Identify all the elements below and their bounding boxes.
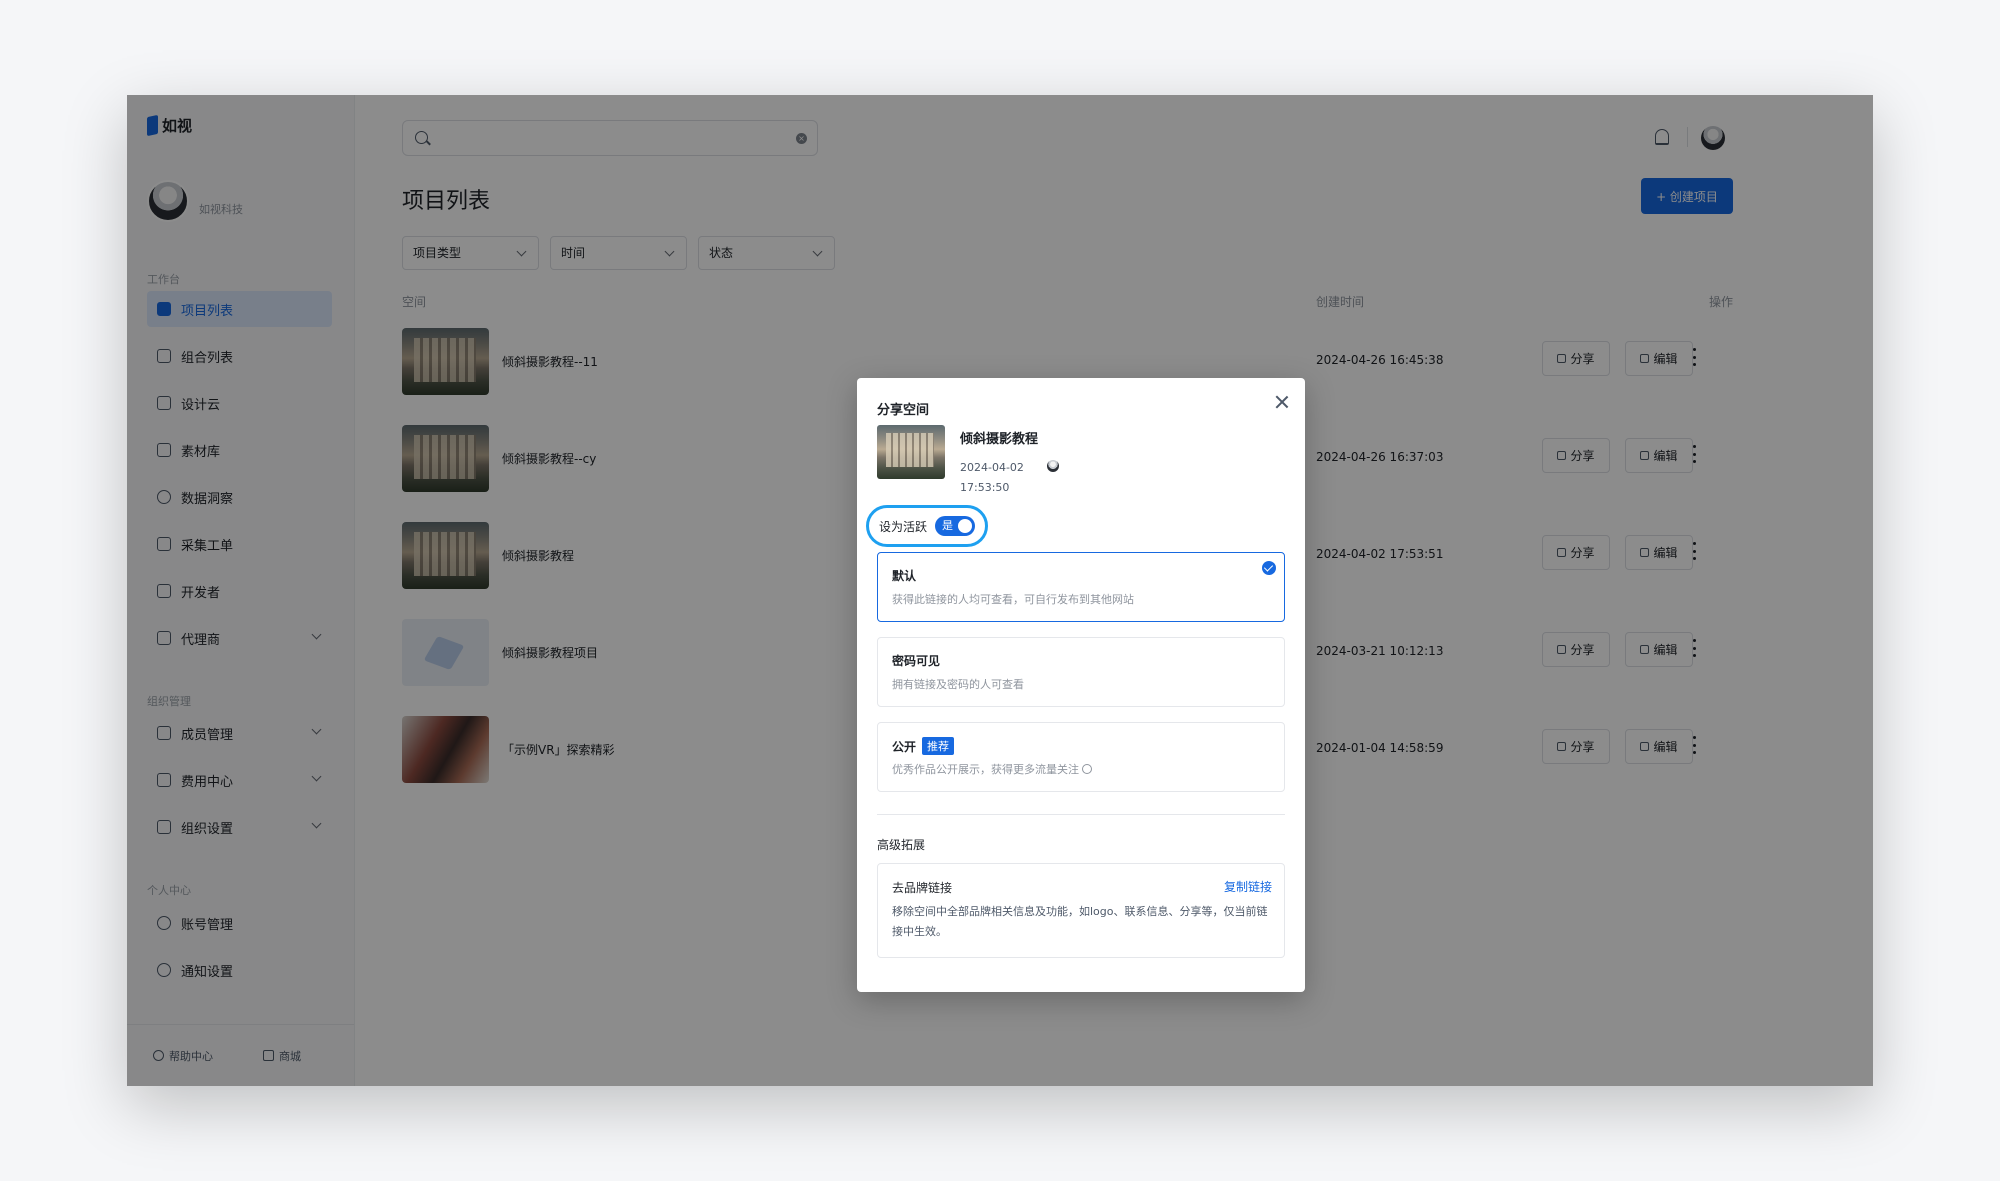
- option-desc: 优秀作品公开展示，获得更多流量关注: [892, 761, 1092, 777]
- recommend-badge: 推荐: [922, 737, 955, 755]
- check-icon: [1262, 561, 1276, 575]
- advanced-title: 高级拓展: [877, 838, 926, 852]
- active-toggle[interactable]: 是: [935, 516, 975, 536]
- set-active-control: 设为活跃 是: [866, 505, 988, 547]
- option-desc: 获得此链接的人均可查看，可自行发布到其他网站: [892, 593, 1134, 606]
- avatar: [1047, 460, 1059, 472]
- share-option-default[interactable]: 默认 获得此链接的人均可查看，可自行发布到其他网站: [877, 552, 1285, 622]
- option-title: 公开 推荐: [892, 737, 955, 755]
- app-window: 如视 如视科技 工作台 项目列表 组合列表 设计云 素材库 数据洞察 采集工单 …: [127, 95, 1873, 1086]
- close-icon[interactable]: [1275, 395, 1289, 409]
- set-active-label: 设为活跃: [879, 520, 928, 534]
- project-time: 17:53:50: [960, 481, 1010, 494]
- debrand-desc: 移除空间中全部品牌相关信息及功能，如logo、联系信息、分享等，仅当前链接中生效…: [892, 905, 1268, 938]
- debrand-title: 去品牌链接: [892, 881, 953, 895]
- debrand-link-card: 去品牌链接 复制链接 移除空间中全部品牌相关信息及功能，如logo、联系信息、分…: [877, 863, 1285, 958]
- copy-link-button[interactable]: 复制链接: [1224, 878, 1272, 895]
- option-title: 默认: [892, 569, 917, 583]
- project-name: 倾斜摄影教程: [960, 432, 1039, 447]
- dialog-title: 分享空间: [877, 403, 930, 418]
- share-space-dialog: 分享空间 倾斜摄影教程 2024-04-02 17:53:50 设为活跃 是 默…: [857, 378, 1305, 992]
- info-icon[interactable]: [1082, 764, 1092, 774]
- project-thumbnail: [877, 425, 945, 479]
- project-date: 2024-04-02: [960, 461, 1024, 474]
- share-option-password[interactable]: 密码可见 拥有链接及密码的人可查看: [877, 637, 1285, 707]
- option-desc: 拥有链接及密码的人可查看: [892, 678, 1024, 691]
- option-title: 密码可见: [892, 654, 941, 668]
- project-datetime: 2024-04-02 17:53:50: [960, 458, 1040, 498]
- divider: [877, 814, 1285, 815]
- share-option-public[interactable]: 公开 推荐 优秀作品公开展示，获得更多流量关注: [877, 722, 1285, 792]
